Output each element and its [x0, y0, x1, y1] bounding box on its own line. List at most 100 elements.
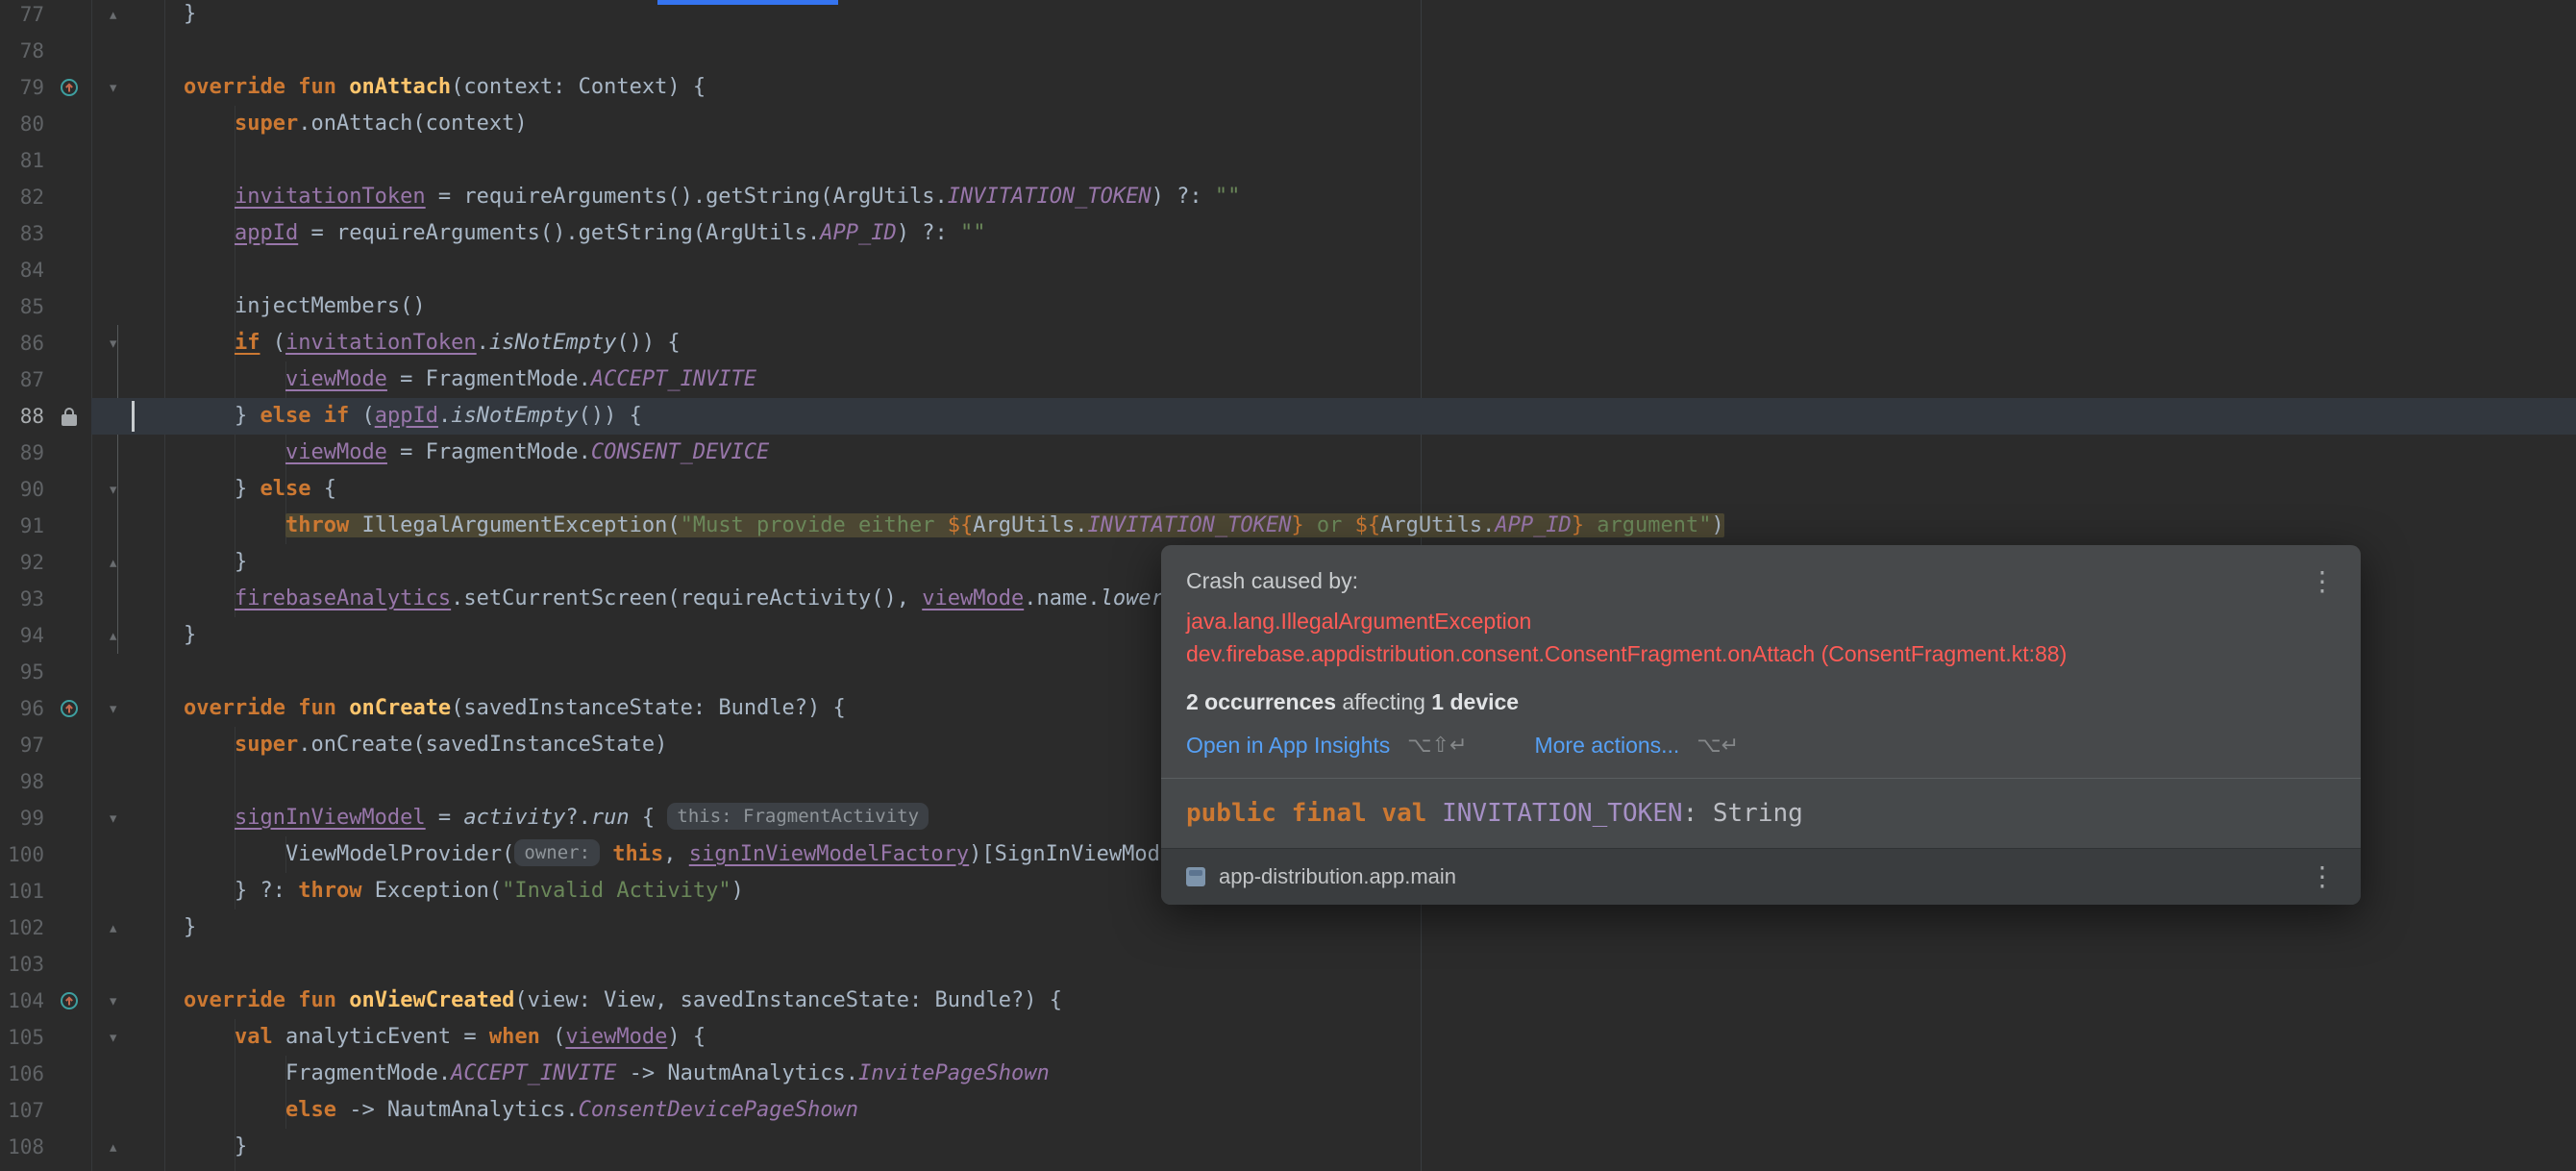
- line-number[interactable]: 96: [0, 690, 44, 727]
- code-text[interactable]: injectMembers(): [164, 288, 2576, 325]
- code-text[interactable]: }: [164, 1129, 2576, 1165]
- code-line[interactable]: 82 invitationToken = requireArguments().…: [0, 179, 2576, 215]
- line-number[interactable]: 104: [0, 983, 44, 1019]
- fold-marker[interactable]: ▴: [94, 617, 164, 654]
- fold-marker[interactable]: ▾: [94, 471, 164, 508]
- more-options-icon[interactable]: ⋮: [2309, 568, 2336, 595]
- code-line[interactable]: 89 viewMode = FragmentMode.CONSENT_DEVIC…: [0, 435, 2576, 471]
- line-number[interactable]: 83: [0, 215, 44, 252]
- code-text[interactable]: super.onAttach(context): [164, 106, 2576, 142]
- code-line[interactable]: 81: [0, 142, 2576, 179]
- code-line[interactable]: 79 ▾ override fun onAttach(context: Contex…: [0, 69, 2576, 106]
- line-number[interactable]: 99: [0, 800, 44, 836]
- line-number[interactable]: 93: [0, 581, 44, 617]
- code-text[interactable]: viewMode = FragmentMode.CONSENT_DEVICE: [164, 435, 2576, 471]
- line-number[interactable]: 84: [0, 252, 44, 288]
- line-number[interactable]: 89: [0, 435, 44, 471]
- fold-marker[interactable]: ▾: [94, 1019, 164, 1056]
- code-text[interactable]: appId = requireArguments().getString(Arg…: [164, 215, 2576, 252]
- line-number[interactable]: 90: [0, 471, 44, 508]
- code-text[interactable]: else -> NautmAnalytics.ConsentDevicePage…: [164, 1092, 2576, 1129]
- code-text[interactable]: } else if (appId.isNotEmpty()) {: [164, 398, 2576, 435]
- code-line[interactable]: 105 ▾ val analyticEvent = when (viewMode)…: [0, 1019, 2576, 1056]
- code-text[interactable]: override fun onAttach(context: Context) …: [164, 69, 2576, 106]
- fold-marker[interactable]: ▾: [94, 983, 164, 1019]
- code-line[interactable]: 83 appId = requireArguments().getString(…: [0, 215, 2576, 252]
- module-more-options-icon[interactable]: ⋮: [2309, 863, 2336, 890]
- line-number[interactable]: 107: [0, 1092, 44, 1129]
- code-text[interactable]: invitationToken = requireArguments().get…: [164, 179, 2576, 215]
- line-number[interactable]: 108: [0, 1129, 44, 1165]
- code-line[interactable]: 106 FragmentMode.ACCEPT_INVITE -> NautmA…: [0, 1056, 2576, 1092]
- code-line[interactable]: 108 ▴ }: [0, 1129, 2576, 1165]
- fold-marker[interactable]: ▾: [94, 800, 164, 836]
- code-text[interactable]: viewMode = FragmentMode.ACCEPT_INVITE: [164, 361, 2576, 398]
- active-tab-indicator[interactable]: [657, 0, 838, 5]
- code-line[interactable]: 90 ▾ } else {: [0, 471, 2576, 508]
- code-text[interactable]: } else {: [164, 471, 2576, 508]
- open-in-app-insights-link[interactable]: Open in App Insights: [1186, 733, 1390, 759]
- code-text[interactable]: FragmentMode.ACCEPT_INVITE -> NautmAnaly…: [164, 1056, 2576, 1092]
- code-line[interactable]: 86 ▾ if (invitationToken.isNotEmpty()) {: [0, 325, 2576, 361]
- code-line[interactable]: 109 firebaseAnalytics.logEvent(analyticE…: [0, 1165, 2576, 1171]
- code-line[interactable]: 85 injectMembers(): [0, 288, 2576, 325]
- line-number[interactable]: 86: [0, 325, 44, 361]
- code-line[interactable]: 91 throw IllegalArgumentException("Must …: [0, 508, 2576, 544]
- code-line[interactable]: 88 } else if (appId.isNotEmpty()) {: [0, 398, 2576, 435]
- line-number[interactable]: 109: [0, 1165, 44, 1171]
- line-number[interactable]: 103: [0, 946, 44, 983]
- line-number[interactable]: 82: [0, 179, 44, 215]
- code-text[interactable]: if (invitationToken.isNotEmpty()) {: [164, 325, 2576, 361]
- code-line[interactable]: 102 ▴}: [0, 909, 2576, 946]
- code-line[interactable]: 87 viewMode = FragmentMode.ACCEPT_INVITE: [0, 361, 2576, 398]
- line-number[interactable]: 100: [0, 836, 44, 873]
- exception-location[interactable]: dev.firebase.appdistribution.consent.Con…: [1186, 637, 2336, 670]
- line-number[interactable]: 87: [0, 361, 44, 398]
- code-text[interactable]: throw IllegalArgumentException("Must pro…: [164, 508, 2576, 544]
- code-line[interactable]: 107 else -> NautmAnalytics.ConsentDevice…: [0, 1092, 2576, 1129]
- fold-marker[interactable]: ▴: [94, 1129, 164, 1165]
- more-actions-link[interactable]: More actions...: [1534, 733, 1679, 759]
- line-number[interactable]: 91: [0, 508, 44, 544]
- code-text[interactable]: [164, 946, 2576, 983]
- code-line[interactable]: 80 super.onAttach(context): [0, 106, 2576, 142]
- code-text[interactable]: val analyticEvent = when (viewMode) {: [164, 1019, 2576, 1056]
- line-number[interactable]: 78: [0, 33, 44, 69]
- line-number[interactable]: 101: [0, 873, 44, 909]
- fold-marker[interactable]: ▾: [94, 69, 164, 106]
- fold-marker[interactable]: ▾: [94, 325, 164, 361]
- code-line[interactable]: 78: [0, 33, 2576, 69]
- line-number[interactable]: 92: [0, 544, 44, 581]
- line-number[interactable]: 94: [0, 617, 44, 654]
- code-line[interactable]: 104 ▾ override fun onViewCreated(view: Vie…: [0, 983, 2576, 1019]
- code-text[interactable]: [164, 33, 2576, 69]
- code-line[interactable]: 103: [0, 946, 2576, 983]
- line-number[interactable]: 79: [0, 69, 44, 106]
- overriding-method-icon[interactable]: [44, 69, 94, 106]
- line-number[interactable]: 81: [0, 142, 44, 179]
- line-number[interactable]: 95: [0, 654, 44, 690]
- fold-marker[interactable]: ▴: [94, 909, 164, 946]
- line-number[interactable]: 106: [0, 1056, 44, 1092]
- overriding-method-icon[interactable]: [44, 983, 94, 1019]
- code-line[interactable]: 77 ▴}: [0, 0, 2576, 33]
- line-number[interactable]: 80: [0, 106, 44, 142]
- line-number[interactable]: 102: [0, 909, 44, 946]
- code-text[interactable]: [164, 252, 2576, 288]
- code-text[interactable]: override fun onViewCreated(view: View, s…: [164, 983, 2576, 1019]
- code-text[interactable]: firebaseAnalytics.logEvent(analyticEvent…: [164, 1165, 2576, 1171]
- fold-marker[interactable]: ▴: [94, 0, 164, 33]
- line-number[interactable]: 97: [0, 727, 44, 763]
- line-number[interactable]: 85: [0, 288, 44, 325]
- code-text[interactable]: }: [164, 0, 2576, 33]
- line-number[interactable]: 105: [0, 1019, 44, 1056]
- overriding-method-icon[interactable]: [44, 690, 94, 727]
- code-text[interactable]: }: [164, 909, 2576, 946]
- code-text[interactable]: [164, 142, 2576, 179]
- line-number[interactable]: 88: [0, 398, 44, 435]
- fold-marker[interactable]: ▴: [94, 544, 164, 581]
- fold-marker[interactable]: ▾: [94, 690, 164, 727]
- code-line[interactable]: 84: [0, 252, 2576, 288]
- line-number[interactable]: 98: [0, 763, 44, 800]
- line-number[interactable]: 77: [0, 0, 44, 33]
